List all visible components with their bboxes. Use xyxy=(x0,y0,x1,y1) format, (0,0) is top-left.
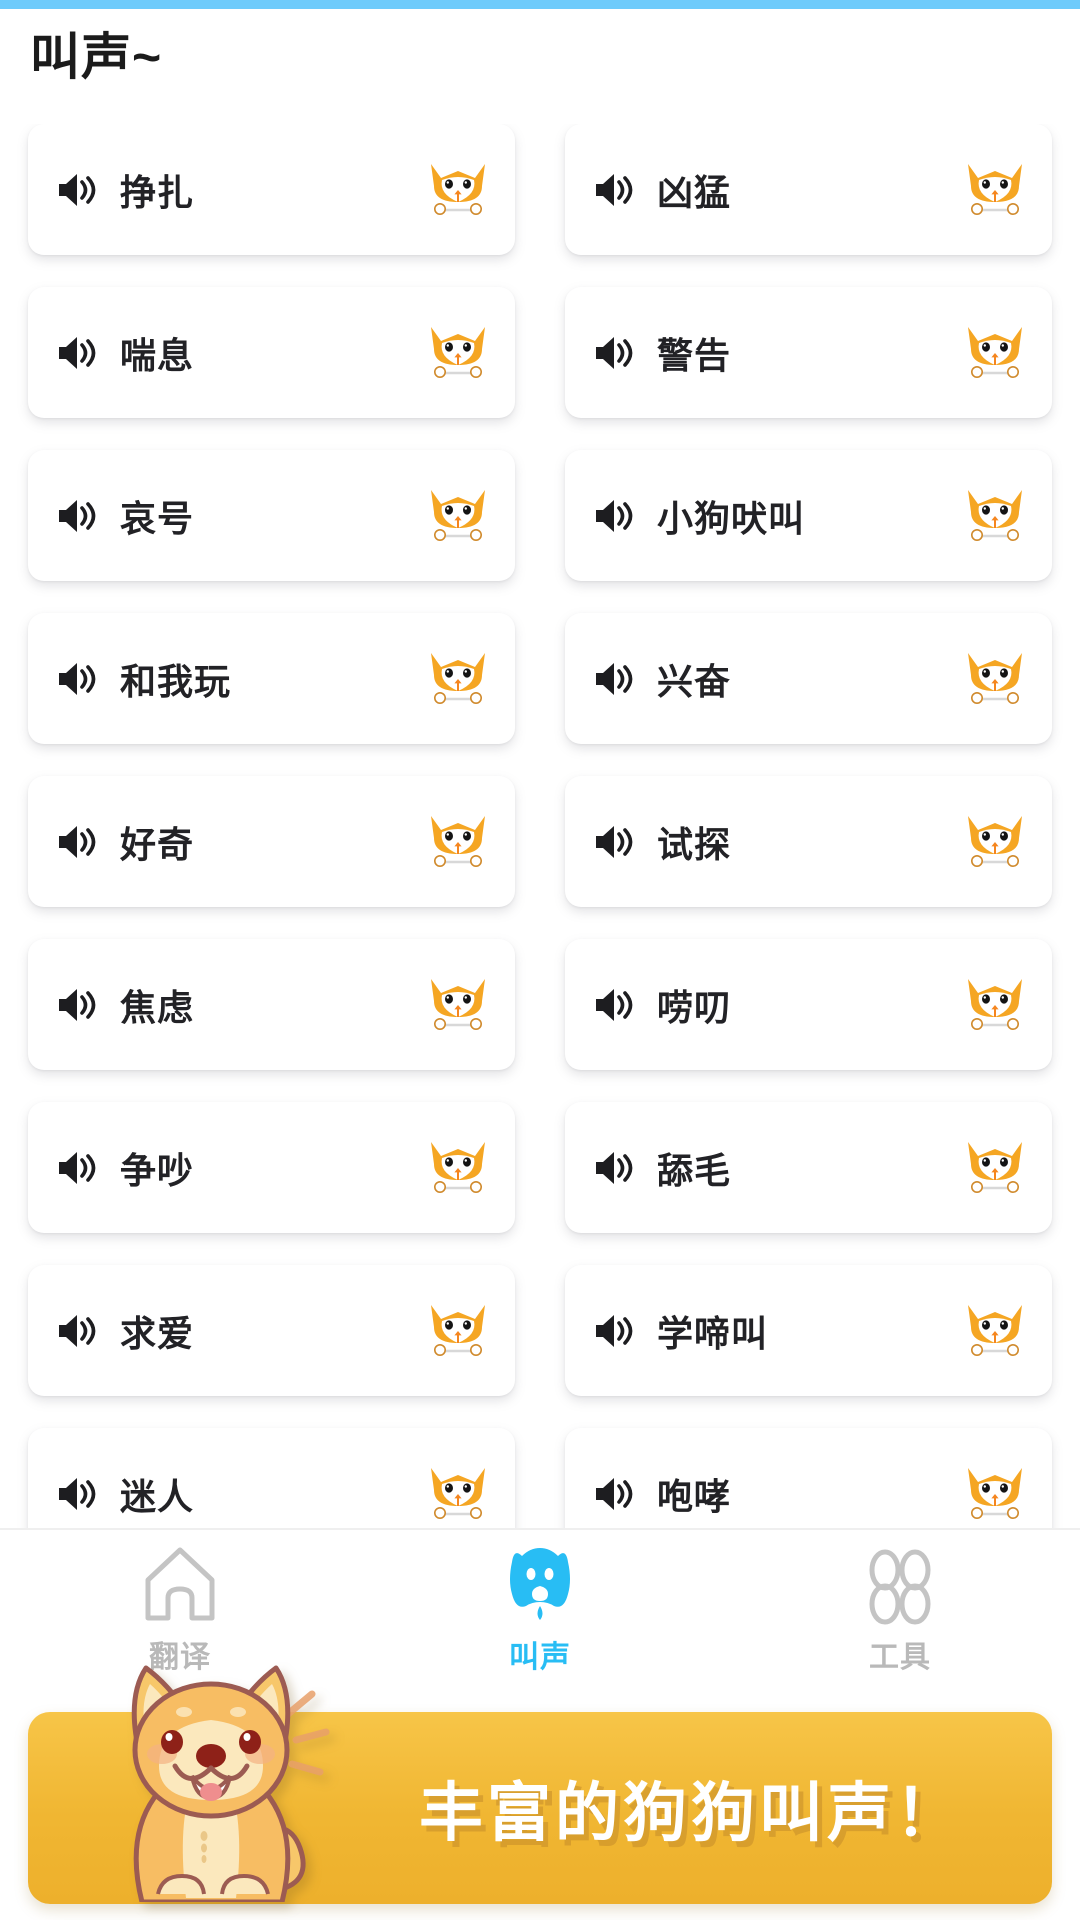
promo-banner[interactable]: 丰富的狗狗叫声！ xyxy=(28,1665,1052,1904)
sound-card-grid[interactable]: 挣扎 凶猛喘息 警告哀号 小狗吠叫和我玩 兴奋好奇 试探焦虑 唠叨争吵 舔毛求爱 学啼叫迷人 咆哮 xyxy=(0,124,1080,1594)
sound-card-label: 小狗吠叫 xyxy=(657,497,806,539)
house-icon xyxy=(145,1547,215,1621)
sound-card-label: 迷人 xyxy=(120,1475,195,1517)
sound-card[interactable]: 学啼叫 xyxy=(565,1265,1052,1396)
sound-card-label: 求爱 xyxy=(120,1312,195,1354)
speaker-icon xyxy=(59,1314,96,1347)
dog-face-icon xyxy=(431,489,485,541)
speaker-icon xyxy=(596,1314,633,1347)
speaker-icon xyxy=(596,662,633,695)
sound-card[interactable]: 和我玩 xyxy=(28,613,515,744)
sound-card[interactable]: 争吵 xyxy=(28,1102,515,1233)
dog-face-icon xyxy=(968,489,1022,541)
dog-face-icon xyxy=(431,1304,485,1356)
speaker-icon xyxy=(596,1151,633,1184)
dog-head-icon xyxy=(510,1548,570,1620)
speaker-icon xyxy=(596,825,633,858)
sound-card-label: 警告 xyxy=(657,334,732,376)
dog-face-icon xyxy=(431,978,485,1030)
nav-item-grid-petals[interactable]: 工具 xyxy=(800,1544,1000,1676)
sound-card-label: 唠叨 xyxy=(657,986,732,1028)
sound-card-label: 喘息 xyxy=(120,334,195,376)
sound-card[interactable]: 唠叨 xyxy=(565,939,1052,1070)
dog-face-icon xyxy=(431,1467,485,1519)
sound-card[interactable]: 挣扎 xyxy=(28,124,515,255)
status-bar-strip xyxy=(0,0,1080,9)
sound-card-label: 凶猛 xyxy=(657,171,732,213)
sound-card[interactable]: 凶猛 xyxy=(565,124,1052,255)
sound-card[interactable]: 试探 xyxy=(565,776,1052,907)
speaker-icon xyxy=(59,825,96,858)
dog-face-icon xyxy=(968,1304,1022,1356)
sound-card-label: 挣扎 xyxy=(120,171,195,213)
dog-face-icon xyxy=(968,978,1022,1030)
sound-card-label: 焦虑 xyxy=(120,986,195,1028)
shiba-inu-illustration-icon xyxy=(131,1665,330,1902)
dog-face-icon xyxy=(968,163,1022,215)
nav-item-dog-head[interactable]: 叫声 xyxy=(440,1544,640,1676)
sound-card[interactable]: 好奇 xyxy=(28,776,515,907)
sound-card-label: 咆哮 xyxy=(657,1475,732,1517)
speaker-icon xyxy=(596,336,633,369)
speaker-icon xyxy=(59,662,96,695)
sound-card-label: 试探 xyxy=(657,823,732,865)
dog-face-icon xyxy=(968,1467,1022,1519)
sound-card[interactable]: 警告 xyxy=(565,287,1052,418)
sound-card[interactable]: 兴奋 xyxy=(565,613,1052,744)
dog-face-icon xyxy=(431,1141,485,1193)
sound-card-label: 哀号 xyxy=(120,497,195,539)
dog-face-icon xyxy=(431,652,485,704)
sound-card[interactable]: 焦虑 xyxy=(28,939,515,1070)
sound-card[interactable]: 喘息 xyxy=(28,287,515,418)
sound-card-label: 争吵 xyxy=(120,1149,195,1191)
dog-face-icon xyxy=(431,163,485,215)
grid-petals-icon xyxy=(869,1549,931,1625)
sound-card[interactable]: 舔毛 xyxy=(565,1102,1052,1233)
sound-card[interactable]: 小狗吠叫 xyxy=(565,450,1052,581)
speaker-icon xyxy=(59,336,96,369)
sound-card-label: 舔毛 xyxy=(657,1149,732,1191)
sound-card-label: 好奇 xyxy=(120,823,195,865)
page-title: 叫声~ xyxy=(30,29,163,85)
dog-face-icon xyxy=(431,815,485,867)
speaker-icon xyxy=(59,988,96,1021)
sound-card[interactable]: 哀号 xyxy=(28,450,515,581)
dog-face-icon xyxy=(431,326,485,378)
app-root: 叫声~ 挣扎 凶猛喘息 警告哀号 小狗吠叫和我玩 兴奋好奇 试探焦虑 唠叨争吵 舔毛求爱 学啼叫… xyxy=(0,0,1080,1920)
sound-card[interactable]: 求爱 xyxy=(28,1265,515,1396)
speaker-icon xyxy=(596,499,633,532)
dog-face-icon xyxy=(968,326,1022,378)
speaker-icon xyxy=(59,499,96,532)
dog-face-icon xyxy=(968,652,1022,704)
speaker-icon xyxy=(59,1477,96,1510)
speaker-icon xyxy=(596,173,633,206)
speaker-icon xyxy=(59,173,96,206)
sound-card-label: 和我玩 xyxy=(120,660,232,702)
sound-card-label: 兴奋 xyxy=(657,660,732,702)
nav-item-label: 叫声 xyxy=(509,1641,571,1674)
sound-card-label: 学啼叫 xyxy=(657,1312,769,1354)
speaker-icon xyxy=(596,988,633,1021)
dog-face-icon xyxy=(968,1141,1022,1193)
promo-banner-text: 丰富的狗狗叫声！ xyxy=(419,1777,963,1849)
speaker-icon xyxy=(59,1151,96,1184)
nav-item-label: 工具 xyxy=(869,1641,931,1674)
speaker-icon xyxy=(596,1477,633,1510)
dog-face-icon xyxy=(968,815,1022,867)
